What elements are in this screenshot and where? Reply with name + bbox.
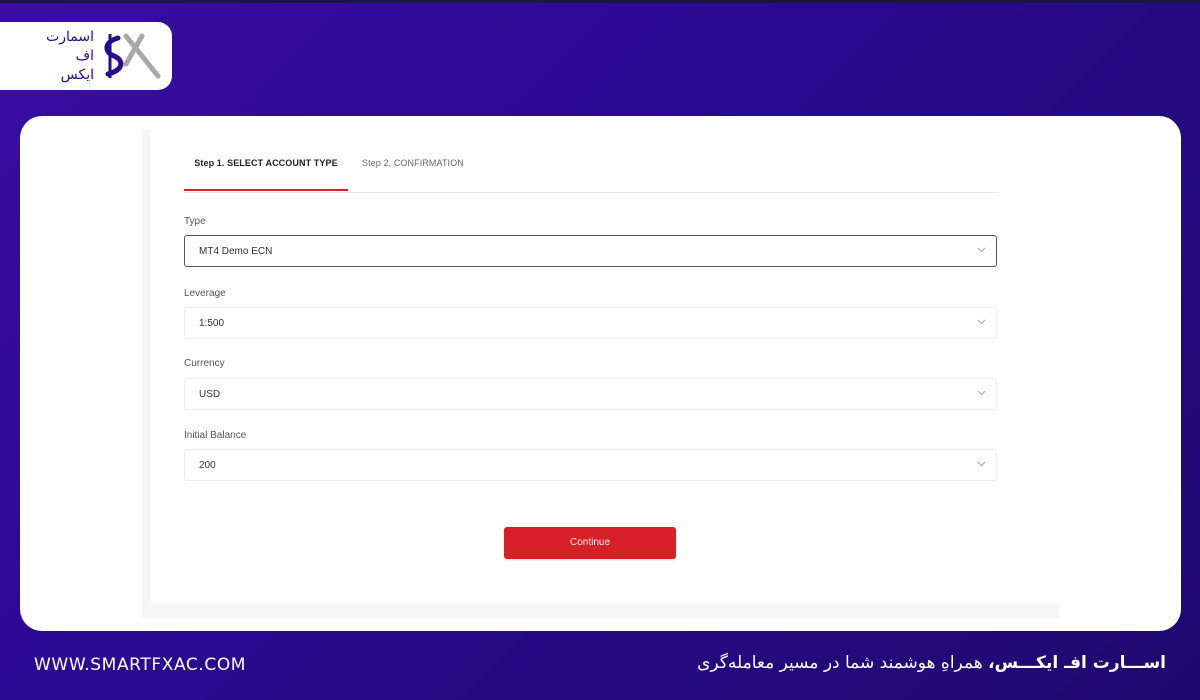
footer-tagline: اســـارت افـ ایکـــس، همراهِ هوشمند شما …	[697, 653, 1166, 673]
leverage-label: Leverage	[184, 288, 226, 299]
initial-balance-label: Initial Balance	[184, 430, 247, 441]
leverage-select[interactable]: 1:500	[184, 307, 997, 339]
step-tabs: Step 1. SELECT ACCOUNT TYPE Step 2. CONF…	[184, 152, 999, 193]
logo-wordmark: اسمارت اف ایکس	[22, 28, 94, 85]
active-tab-indicator	[184, 189, 348, 191]
tab-confirmation[interactable]: Step 2. CONFIRMATION	[362, 158, 464, 168]
logo-line-2: اف	[75, 48, 94, 64]
type-select[interactable]: MT4 Demo ECN	[184, 235, 997, 267]
currency-select[interactable]: USD	[184, 378, 997, 410]
type-value: MT4 Demo ECN	[199, 246, 273, 257]
tagline-text: همراهِ هوشمند شما در مسیر معامله‌گری	[697, 653, 989, 673]
type-label: Type	[184, 216, 206, 227]
website-url[interactable]: WWW.SMARTFXAC.COM	[34, 655, 246, 675]
logo-mark-icon	[104, 33, 161, 79]
brand-logo: اسمارت اف ایکس	[0, 22, 172, 90]
continue-button[interactable]: Continue	[504, 527, 676, 559]
initial-balance-select[interactable]: 200	[184, 449, 997, 481]
account-form-screenshot: Step 1. SELECT ACCOUNT TYPE Step 2. CONF…	[142, 130, 1059, 618]
account-form: Step 1. SELECT ACCOUNT TYPE Step 2. CONF…	[150, 130, 1059, 603]
top-border	[0, 0, 1200, 3]
chevron-down-icon	[977, 319, 986, 325]
initial-balance-value: 200	[199, 460, 216, 471]
tagline-brand: اســـارت افـ ایکـــس،	[988, 653, 1166, 673]
chevron-down-icon	[977, 247, 986, 253]
leverage-value: 1:500	[199, 318, 225, 329]
tab-select-account-type[interactable]: Step 1. SELECT ACCOUNT TYPE	[184, 158, 348, 168]
currency-label: Currency	[184, 358, 225, 369]
logo-line-1: اسمارت	[46, 29, 94, 45]
logo-line-3: ایکس	[60, 67, 94, 83]
chevron-down-icon	[977, 390, 986, 396]
currency-value: USD	[199, 389, 221, 400]
content-panel: Step 1. SELECT ACCOUNT TYPE Step 2. CONF…	[20, 116, 1181, 631]
chevron-down-icon	[977, 461, 986, 467]
